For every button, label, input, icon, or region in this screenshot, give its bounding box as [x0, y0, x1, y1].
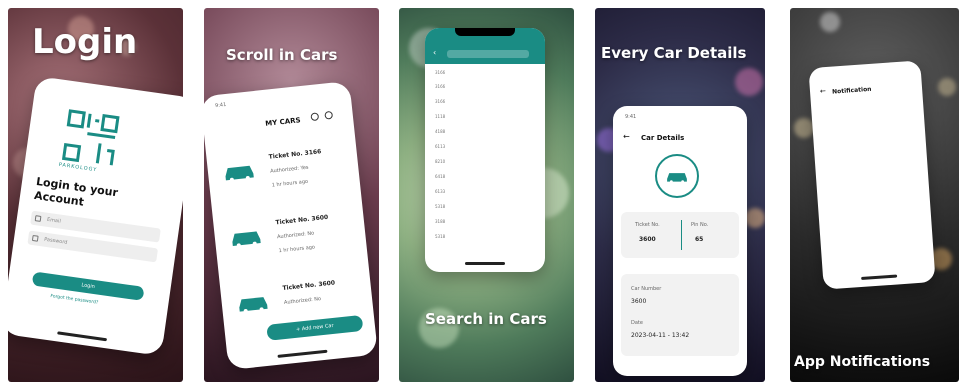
email-placeholder: Email [46, 216, 62, 225]
details-phone: 9:41 ← Car Details Ticket No. 3600 Pin N… [613, 106, 747, 376]
car-status: Authorized: No [283, 296, 322, 306]
details-panel: Every Car Details 9:41 ← Car Details Tic… [595, 8, 765, 382]
date-value: 2023-04-11 - 13:42 [631, 332, 690, 339]
my-cars-title: MY CARS [264, 116, 301, 128]
list-item[interactable]: 1118 [435, 114, 445, 119]
login-button[interactable]: Login [31, 271, 145, 301]
ticket-value: 3600 [639, 236, 656, 243]
pin-value: 65 [695, 236, 704, 243]
list-item[interactable]: 3166 [435, 84, 445, 89]
list-item[interactable]: 4188 [435, 129, 445, 134]
search-header: ‹ [425, 28, 545, 64]
notifications-phone: ← Notification [808, 60, 936, 290]
ticket-pin-card: Ticket No. 3600 Pin No. 65 [621, 212, 739, 258]
car-details-title: Car Details [641, 134, 685, 142]
status-time: 9:41 [625, 114, 637, 120]
notch [455, 28, 515, 36]
car-status: Authorized: Yes [269, 164, 309, 175]
login-panel: Login PARKOLOGY Login to your Account Em… [8, 8, 183, 382]
car-icon [225, 165, 254, 182]
home-indicator [465, 262, 505, 265]
status-time: 9:41 [214, 101, 227, 110]
notification-title: Notification [831, 85, 872, 96]
car-info-card: Car Number 3600 Date 2023-04-11 - 13:42 [621, 274, 739, 356]
search-panel: ‹ 3166 3166 3166 1118 4188 6113 8210 641… [399, 8, 574, 382]
car-ticket: Ticket No. 3600 [275, 213, 329, 227]
car-time: 1 hr hours ago [278, 244, 316, 255]
car-ticket: Ticket No. 3166 [268, 148, 322, 161]
plate-value: 3600 [631, 298, 647, 305]
car-list-item[interactable]: Ticket No. 3600 Authorized: No 1 hr hour… [227, 208, 352, 276]
cars-panel: Scroll in Cars 9:41 MY CARS Ticket No. 3… [204, 8, 379, 382]
list-item[interactable]: 3166 [435, 70, 445, 75]
pin-label: Pin No. [691, 222, 709, 228]
qr-logo-icon [61, 109, 120, 166]
list-item[interactable]: 5318 [435, 234, 445, 239]
list-item[interactable]: 6113 [435, 144, 445, 149]
settings-icon[interactable] [324, 110, 334, 120]
bokeh-light [794, 118, 814, 138]
search-phone: ‹ 3166 3166 3166 1118 4188 6113 8210 641… [425, 28, 545, 272]
car-icon [667, 173, 687, 184]
car-icon [239, 297, 268, 313]
car-list-item[interactable]: Ticket No. 3166 Authorized: Yes 1 hr hou… [220, 142, 345, 210]
bokeh-light [745, 208, 765, 228]
notifications-panel: ← Notification App Notifications [790, 8, 959, 382]
car-ticket: Ticket No. 3600 [282, 279, 336, 293]
search-caption: Search in Cars [425, 310, 547, 328]
search-icon[interactable] [310, 112, 320, 122]
back-arrow-icon[interactable]: ← [623, 132, 630, 141]
list-item[interactable]: 3166 [435, 99, 445, 104]
bokeh-light [820, 12, 840, 32]
password-placeholder: Password [43, 236, 68, 246]
list-item[interactable]: 5318 [435, 204, 445, 209]
plate-label: Car Number [631, 286, 662, 292]
forgot-password-link[interactable]: Forgot the password? [50, 294, 99, 306]
search-input[interactable] [447, 50, 529, 58]
details-caption: Every Car Details [601, 44, 747, 62]
bokeh-light [938, 78, 956, 96]
mail-icon [34, 215, 42, 222]
back-arrow-icon[interactable]: ‹ [433, 48, 436, 57]
list-item[interactable]: 8210 [435, 159, 445, 164]
login-phone: PARKOLOGY Login to your Account Email Pa… [8, 75, 183, 357]
ticket-label: Ticket No. [635, 222, 660, 228]
car-avatar [655, 154, 699, 198]
home-indicator [861, 274, 898, 281]
divider [681, 220, 682, 250]
list-item[interactable]: 6418 [435, 174, 445, 179]
home-indicator [277, 349, 328, 358]
car-time: 1 hr hours ago [271, 178, 309, 189]
lock-icon [31, 234, 39, 242]
login-caption: Login [32, 22, 138, 62]
cars-caption: Scroll in Cars [226, 46, 338, 64]
car-icon [232, 231, 261, 248]
bokeh-light [735, 68, 763, 96]
back-arrow-icon[interactable]: ← [820, 87, 826, 95]
list-item[interactable]: 3188 [435, 219, 445, 224]
cars-phone: 9:41 MY CARS Ticket No. 3166 Authorized:… [204, 80, 378, 371]
date-label: Date [631, 320, 643, 326]
notifications-caption: App Notifications [794, 354, 931, 370]
car-status: Authorized: No [276, 230, 315, 241]
home-indicator [57, 331, 108, 342]
list-item[interactable]: 6133 [435, 189, 445, 194]
